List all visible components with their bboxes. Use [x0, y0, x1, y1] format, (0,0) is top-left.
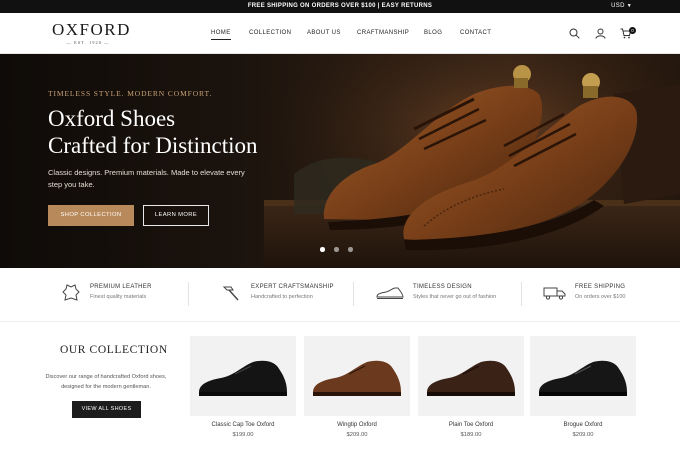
announcement-text: FREE SHIPPING ON ORDERS OVER $100 | EASY… — [247, 3, 433, 9]
truck-icon — [543, 287, 566, 300]
logo[interactable]: OXFORD — EST. 1920 — — [52, 20, 131, 46]
nav-item-craftmanship[interactable]: CRAFTMANSHIP — [357, 30, 409, 36]
product-price: $199.00 — [232, 432, 254, 438]
feature-desc: Styles that never go out of fashion — [413, 294, 497, 300]
feature-desc: On orders over $100 — [575, 294, 626, 300]
logo-established: — EST. 1920 — — [66, 40, 110, 45]
feature-title: FREE SHIPPING — [575, 284, 626, 290]
feature-desc: Handcrafted to perfection — [251, 294, 313, 300]
product-image — [427, 360, 515, 396]
slide-dot-1[interactable] — [320, 247, 325, 252]
product-image — [313, 360, 401, 396]
product-image — [539, 360, 627, 396]
product-price: $209.00 — [346, 432, 368, 438]
feature-title: TIMELESS DESIGN — [413, 284, 472, 290]
product-card-classic-cap-toe[interactable] — [190, 336, 296, 416]
learn-more-button[interactable]: LEARN MORE — [143, 205, 209, 226]
search-icon[interactable] — [569, 28, 580, 39]
product-card-wingtip[interactable] — [304, 336, 410, 416]
features-strip: PREMIUM LEATHER Finest quality materials… — [0, 268, 680, 322]
product-price: $209.00 — [572, 432, 594, 438]
hero-oxford-shoes-image — [264, 54, 680, 268]
product-name[interactable]: Brogue Oxford — [530, 422, 636, 428]
main-header: OXFORD — EST. 1920 — HOME COLLECTION ABO… — [0, 13, 680, 54]
nav-item-home[interactable]: HOME — [211, 30, 231, 40]
product-name[interactable]: Plain Toe Oxford — [418, 422, 524, 428]
collection-title: OUR COLLECTION — [60, 344, 168, 356]
product-price: $189.00 — [460, 432, 482, 438]
chevron-down-icon: ▼ — [626, 3, 632, 9]
shop-collection-button[interactable]: SHOP COLLECTION — [48, 205, 134, 226]
shoe-icon — [376, 287, 404, 299]
hero-title-line1: Oxford Shoes — [48, 106, 176, 131]
hero-banner: TIMELESS STYLE. MODERN COMFORT. Oxford S… — [0, 54, 680, 268]
leather-hide-icon — [62, 284, 80, 301]
currency-label: USD — [611, 3, 625, 9]
announcement-bar: FREE SHIPPING ON ORDERS OVER $100 | EASY… — [0, 0, 680, 13]
feature-desc: Finest quality materials — [90, 294, 147, 300]
slide-dot-3[interactable] — [348, 247, 353, 252]
currency-selector[interactable]: USD ▼ — [611, 3, 632, 9]
collection-description: Discover our range of handcrafted Oxford… — [45, 374, 167, 390]
view-all-shoes-button[interactable]: VIEW ALL SHOES — [72, 401, 141, 418]
nav-item-blog[interactable]: BLOG — [424, 30, 442, 36]
product-card-brogue[interactable] — [530, 336, 636, 416]
nav-item-collection[interactable]: COLLECTION — [249, 30, 291, 36]
feature-title: EXPERT CRAFTSMANSHIP — [251, 284, 334, 290]
logo-name: OXFORD — [52, 20, 131, 39]
feature-divider — [188, 282, 189, 306]
slide-dot-2[interactable] — [334, 247, 339, 252]
hammer-icon — [222, 286, 239, 301]
hero-subtitle: Classic designs. Premium materials. Made… — [48, 168, 245, 189]
product-name[interactable]: Classic Cap Toe Oxford — [190, 422, 296, 428]
nav-item-contact[interactable]: CONTACT — [460, 30, 491, 36]
nav-item-about-us[interactable]: ABOUT US — [307, 30, 341, 36]
account-icon[interactable] — [595, 28, 606, 39]
cart-count-badge: 0 — [629, 27, 636, 34]
hero-tagline: TIMELESS STYLE. MODERN COMFORT. — [48, 89, 213, 98]
product-image — [199, 360, 287, 396]
hero-title-line2: Crafted for Distinction — [48, 133, 258, 158]
feature-title: PREMIUM LEATHER — [90, 284, 152, 290]
product-name[interactable]: Wingtip Oxford — [304, 422, 410, 428]
product-card-plain-toe[interactable] — [418, 336, 524, 416]
feature-divider — [521, 282, 522, 306]
feature-divider — [353, 282, 354, 306]
